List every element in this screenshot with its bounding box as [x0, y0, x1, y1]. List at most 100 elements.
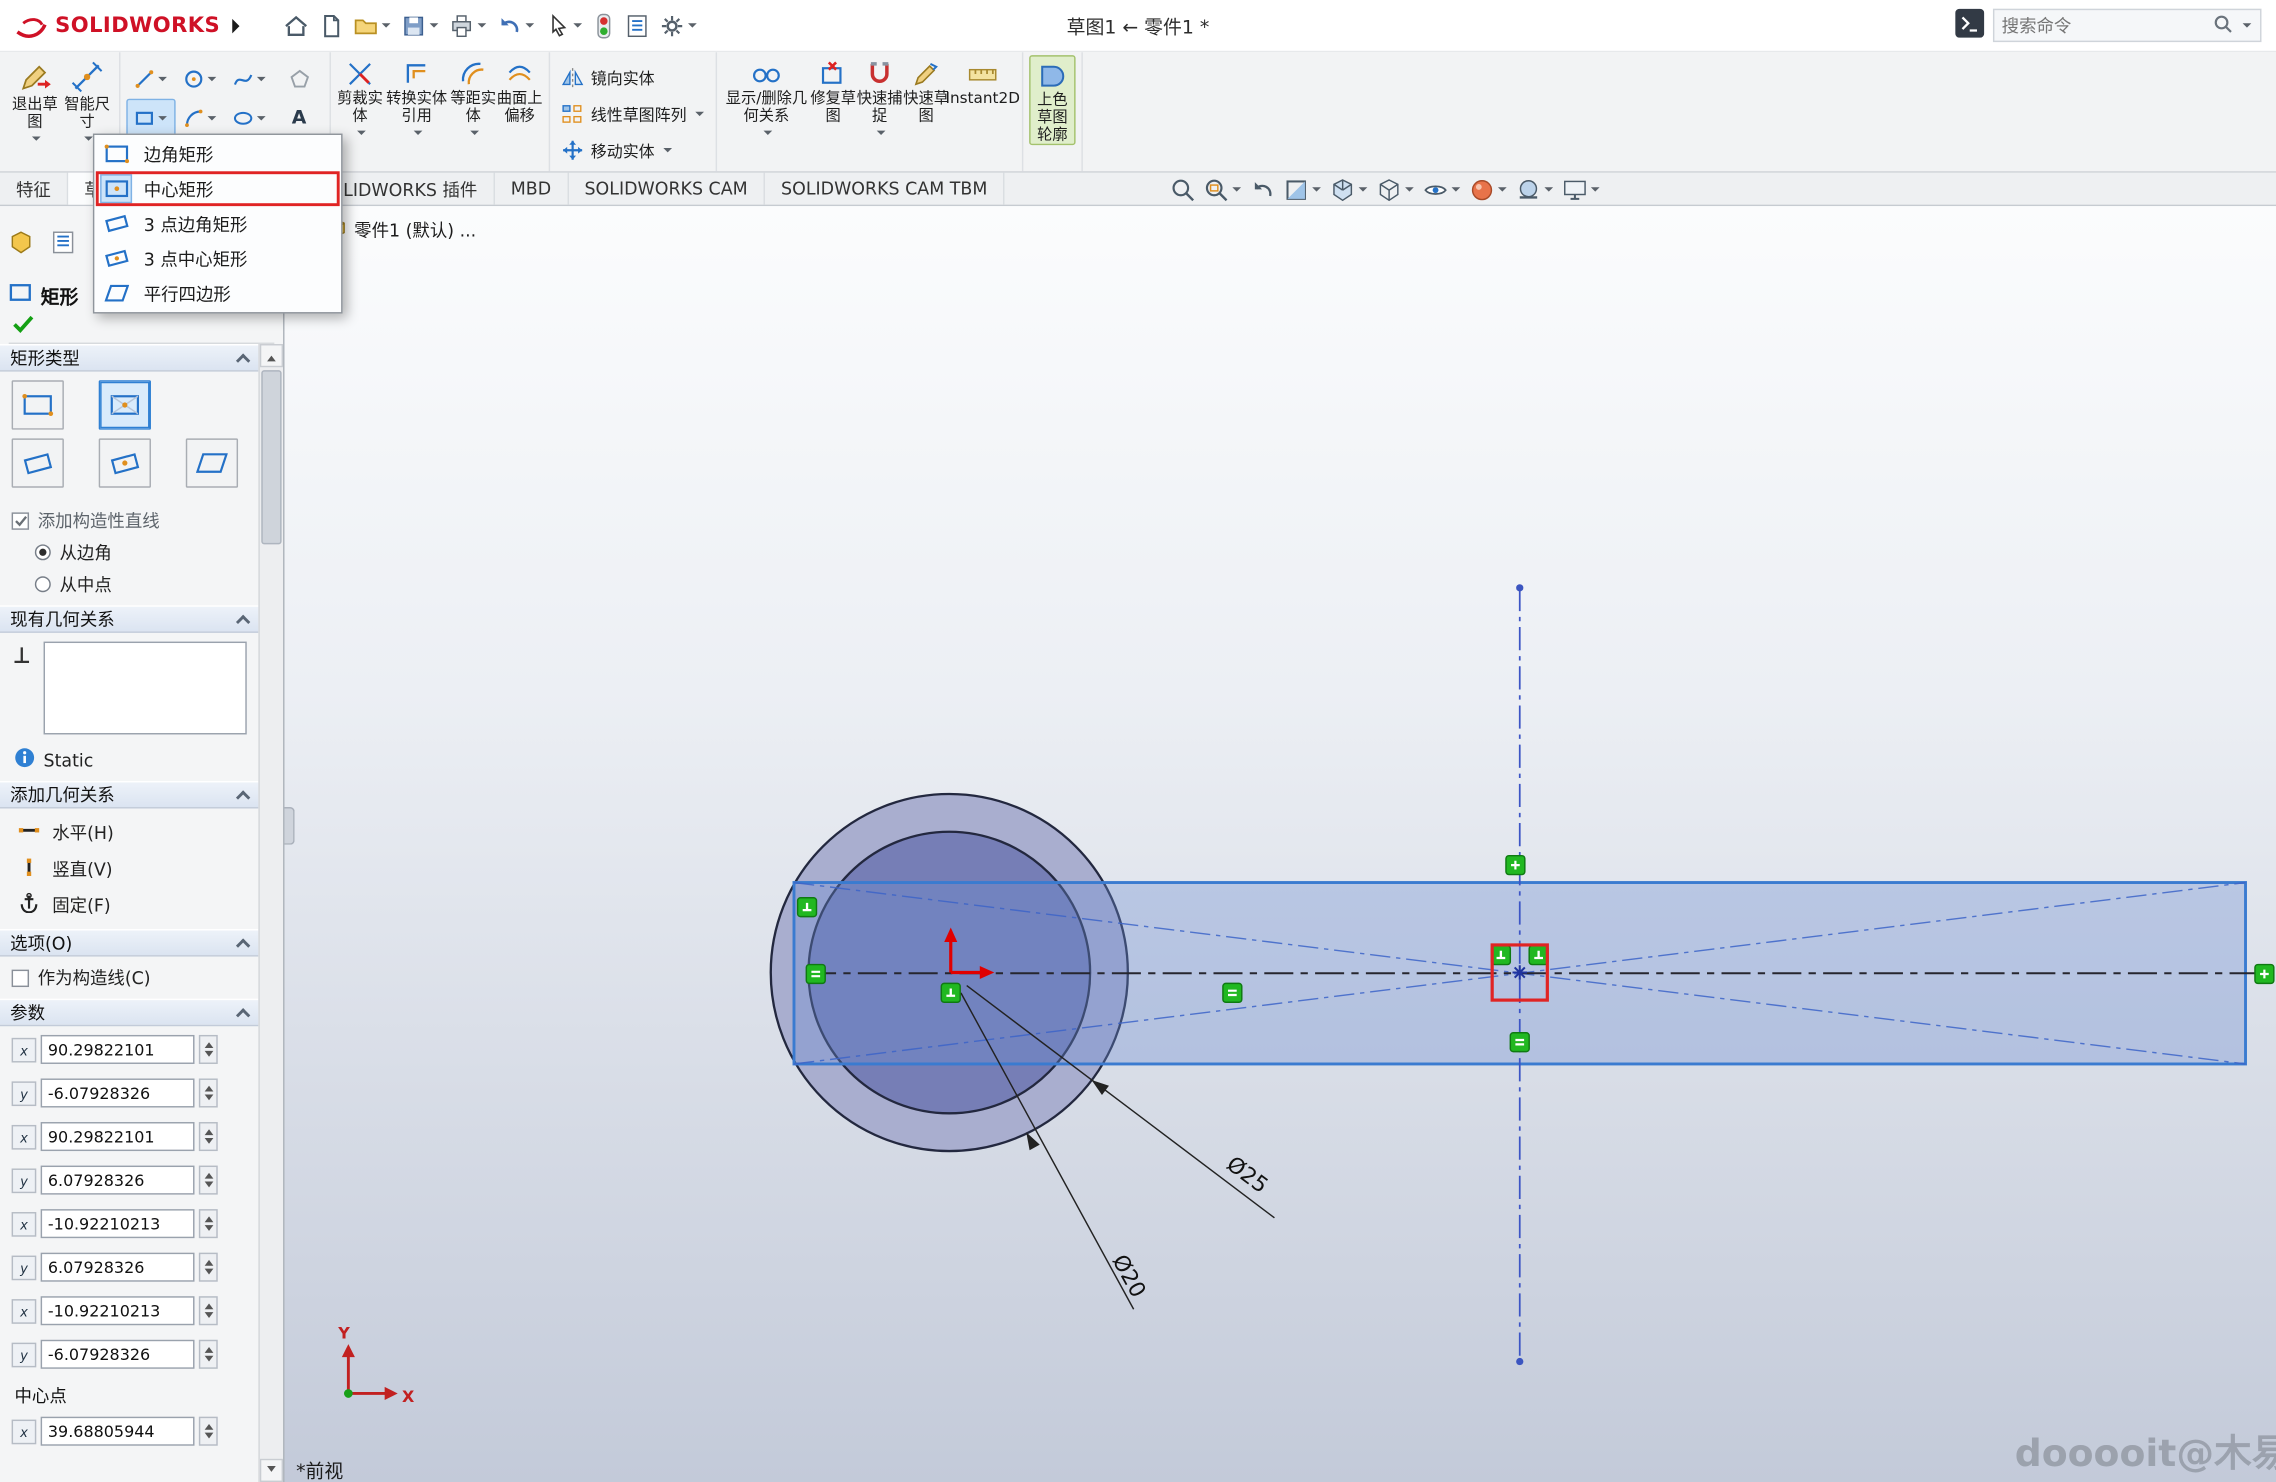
spinner-up-icon[interactable] — [204, 1038, 213, 1048]
home-button[interactable] — [278, 7, 313, 45]
linear-pattern-button[interactable]: 线性草图阵列 — [556, 96, 710, 132]
section-header-rect-type[interactable]: 矩形类型 — [0, 344, 258, 372]
arc-tool-button[interactable] — [176, 99, 225, 138]
dropdown-arrow-icon[interactable] — [356, 131, 365, 140]
from-corner-radio[interactable]: 从边角 — [35, 540, 247, 565]
collapse-chevron-icon[interactable] — [236, 790, 250, 804]
feature-tree-flyout[interactable]: 零件1 (默认) ... — [325, 218, 476, 243]
spinner-up-icon[interactable] — [204, 1081, 213, 1091]
rectangle-center-point[interactable] — [1512, 965, 1527, 980]
dropdown-arrow-icon[interactable] — [158, 77, 167, 86]
spinner-down-icon[interactable] — [204, 1051, 213, 1061]
collapse-chevron-icon[interactable] — [236, 614, 250, 628]
parameter-spinner[interactable] — [199, 1166, 218, 1195]
from-midpoint-radio[interactable]: 从中点 — [35, 572, 247, 597]
dropdown-arrow-icon[interactable] — [695, 112, 704, 121]
dropdown-arrow-icon[interactable] — [1405, 187, 1414, 196]
spinner-up-icon[interactable] — [204, 1256, 213, 1266]
instant2d-button[interactable]: Instant2D — [949, 55, 1016, 107]
undo-button[interactable] — [492, 7, 540, 45]
dropdown-arrow-icon[interactable] — [208, 77, 217, 86]
print-button[interactable] — [444, 7, 492, 45]
spinner-up-icon[interactable] — [204, 1125, 213, 1135]
parameter-spinner[interactable] — [199, 1122, 218, 1151]
evaluate-list-button[interactable] — [619, 7, 654, 45]
menu-item-3point-corner-rectangle[interactable]: 3 点边角矩形 — [96, 206, 340, 241]
parallelogram-type-button[interactable] — [185, 438, 237, 487]
dropdown-arrow-icon[interactable] — [208, 116, 217, 125]
dropdown-arrow-icon[interactable] — [1452, 187, 1461, 196]
add-construction-lines-checkbox[interactable]: 添加构造性直线 — [12, 508, 247, 533]
trim-entities-button[interactable]: 剪裁实体 — [337, 55, 383, 139]
parameter-input[interactable] — [41, 1078, 195, 1107]
dropdown-arrow-icon[interactable] — [1232, 187, 1241, 196]
horizontal-relation-button[interactable]: 水平(H) — [12, 814, 247, 850]
mirror-entities-button[interactable]: 镜向实体 — [556, 60, 710, 96]
menu-item-corner-rectangle[interactable]: 边角矩形 — [96, 136, 340, 171]
dropdown-arrow-icon[interactable] — [525, 23, 534, 32]
rectangle-tool-button[interactable] — [126, 99, 175, 138]
center-point-input[interactable] — [41, 1417, 195, 1446]
dimension-label[interactable]: Ø25 — [1221, 1152, 1272, 1199]
parameter-spinner[interactable] — [199, 1340, 218, 1369]
dropdown-arrow-icon[interactable] — [1498, 187, 1507, 196]
zoom-area-button[interactable] — [1203, 176, 1242, 202]
constraint-badge[interactable] — [806, 965, 825, 984]
center-rectangle-type-button[interactable] — [98, 380, 150, 429]
collapse-chevron-icon[interactable] — [236, 353, 250, 367]
search-input[interactable] — [2002, 15, 2207, 35]
parameter-spinner[interactable] — [199, 1253, 218, 1282]
constraint-badge[interactable] — [1223, 983, 1242, 1002]
existing-relations-listbox[interactable] — [44, 642, 247, 735]
constraint-badge[interactable] — [1491, 946, 1510, 965]
surface-offset-button[interactable]: 曲面上偏移 — [496, 55, 542, 125]
three-point-corner-rectangle-type-button[interactable] — [12, 438, 64, 487]
spinner-up-icon[interactable] — [204, 1420, 213, 1430]
quick-snaps-button[interactable]: 快速捕捉 — [856, 55, 902, 139]
spinner-down-icon[interactable] — [204, 1269, 213, 1279]
section-header-options[interactable]: 选项(O) — [0, 929, 258, 957]
dropdown-arrow-icon[interactable] — [573, 23, 582, 32]
constraint-badge[interactable] — [1510, 1033, 1529, 1052]
dropdown-arrow-icon[interactable] — [1544, 187, 1553, 196]
corner-rectangle-type-button[interactable] — [12, 380, 64, 429]
dropdown-arrow-icon[interactable] — [477, 23, 486, 32]
previous-view-button[interactable] — [1250, 176, 1276, 202]
tab-solidworks-cam[interactable]: SOLIDWORKS CAM — [569, 173, 766, 205]
spinner-up-icon[interactable] — [204, 1212, 213, 1222]
display-style-button[interactable] — [1376, 176, 1415, 202]
spinner-up-icon[interactable] — [204, 1343, 213, 1353]
spline-tool-button[interactable] — [225, 60, 274, 99]
dropdown-arrow-icon[interactable] — [83, 137, 92, 146]
search-box[interactable] — [1993, 9, 2262, 42]
dropdown-arrow-icon[interactable] — [687, 23, 696, 32]
rectangle-dropdown-arrow-icon[interactable] — [158, 116, 167, 125]
save-button[interactable] — [396, 7, 444, 45]
tab-mbd[interactable]: MBD — [495, 173, 569, 205]
dropdown-arrow-icon[interactable] — [663, 148, 672, 157]
dropdown-arrow-icon[interactable] — [381, 23, 390, 32]
spinner-down-icon[interactable] — [204, 1182, 213, 1192]
sketch-canvas[interactable]: Ø25 Ø20 — [284, 206, 2275, 1482]
parameter-spinner[interactable] — [199, 1035, 218, 1064]
search-dropdown-arrow-icon[interactable] — [2243, 23, 2252, 32]
view-orientation-button[interactable] — [1330, 176, 1369, 202]
open-document-button[interactable] — [348, 7, 396, 45]
ok-button[interactable] — [9, 312, 275, 344]
scrollbar-thumb[interactable] — [261, 370, 281, 544]
dropdown-arrow-icon[interactable] — [257, 116, 266, 125]
parameter-input[interactable] — [41, 1035, 195, 1064]
centerline-endpoint[interactable] — [1516, 584, 1523, 591]
ellipse-tool-button[interactable] — [225, 99, 274, 138]
spinner-up-icon[interactable] — [204, 1168, 213, 1178]
offset-entities-button[interactable]: 等距实体 — [450, 55, 496, 139]
dropdown-arrow-icon[interactable] — [31, 137, 40, 146]
parameter-input[interactable] — [41, 1122, 195, 1151]
scrollbar-up-button[interactable] — [260, 344, 283, 367]
dimension-label[interactable]: Ø20 — [1107, 1251, 1151, 1302]
search-icon[interactable] — [2214, 14, 2233, 37]
spinner-down-icon[interactable] — [204, 1094, 213, 1104]
section-view-button[interactable] — [1283, 176, 1322, 202]
dropdown-arrow-icon[interactable] — [257, 77, 266, 86]
panel-splitter-handle[interactable] — [284, 807, 294, 845]
